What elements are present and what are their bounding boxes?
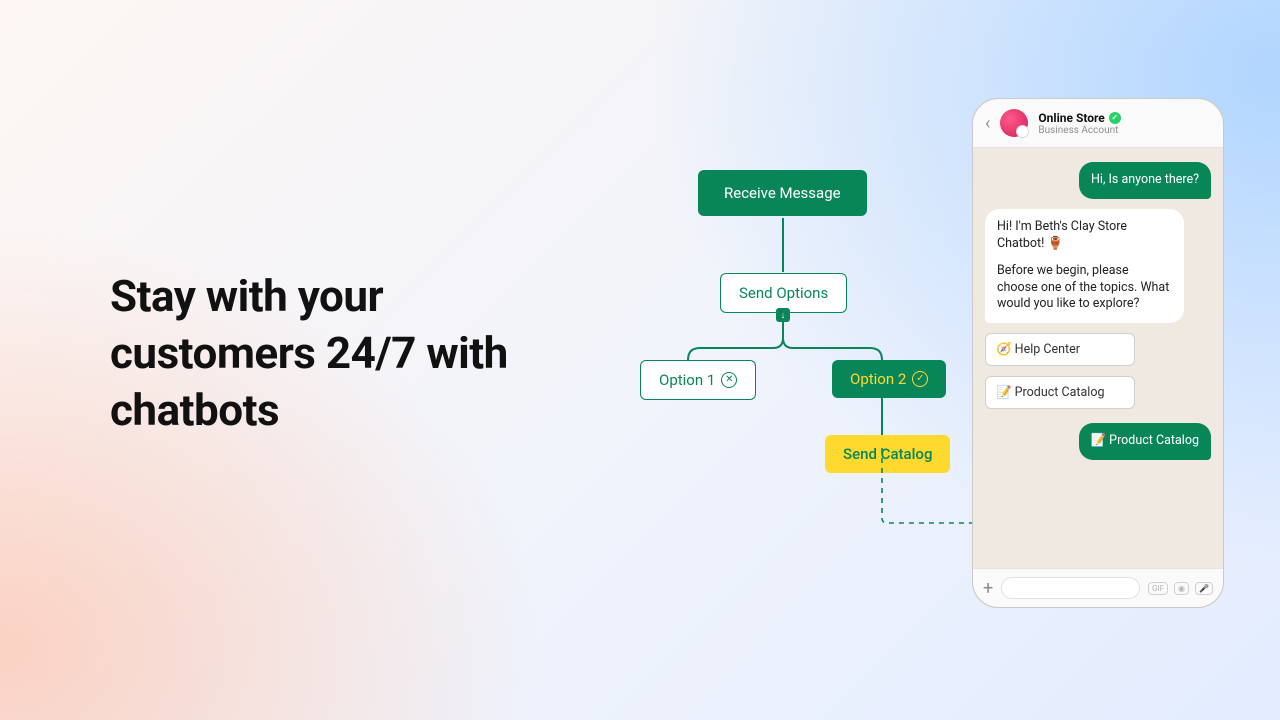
node-label: Option 1 <box>659 371 715 389</box>
user-message: Hi, Is anyone there? <box>1079 162 1211 199</box>
bot-line-2: Before we begin, please choose one of th… <box>997 263 1172 314</box>
verified-icon <box>1109 112 1121 124</box>
node-option-2[interactable]: Option 2 <box>832 360 946 398</box>
bot-message: Hi! I'm Beth's Clay Store Chatbot! 🏺 Bef… <box>985 209 1184 323</box>
chat-input-bar: + GIF ◉ 🎤 <box>973 568 1223 607</box>
node-send-options[interactable]: Send Options <box>720 273 847 313</box>
chat-header: ‹ Online Store Business Account <box>973 99 1223 148</box>
store-name-text: Online Store <box>1038 111 1104 125</box>
node-receive-message[interactable]: Receive Message <box>698 170 867 216</box>
plus-icon[interactable]: + <box>983 578 993 599</box>
avatar[interactable] <box>1000 109 1028 137</box>
reply-label: 📝 Product Catalog <box>996 385 1104 400</box>
store-subtitle: Business Account <box>1038 125 1120 136</box>
gif-icon[interactable]: GIF <box>1148 582 1168 595</box>
bot-line-1: Hi! I'm Beth's Clay Store Chatbot! 🏺 <box>997 219 1172 253</box>
input-tool-icons: GIF ◉ 🎤 <box>1148 582 1213 595</box>
message-input[interactable] <box>1001 577 1140 599</box>
node-label: Option 2 <box>850 370 906 388</box>
back-icon[interactable]: ‹ <box>985 113 990 134</box>
mic-icon[interactable]: 🎤 <box>1195 582 1213 595</box>
cross-icon <box>721 372 737 388</box>
node-label: Receive Message <box>724 184 841 202</box>
store-name[interactable]: Online Store <box>1038 111 1120 125</box>
quick-reply-help-center[interactable]: 🧭 Help Center <box>985 333 1135 366</box>
node-label: Send Options <box>739 284 828 302</box>
camera-icon[interactable]: ◉ <box>1174 582 1189 595</box>
reply-label: 🧭 Help Center <box>996 342 1080 357</box>
chat-body: Hi, Is anyone there? Hi! I'm Beth's Clay… <box>973 148 1223 568</box>
expand-handle-icon[interactable] <box>776 308 790 322</box>
phone-frame: ‹ Online Store Business Account Hi, Is a… <box>972 98 1224 608</box>
user-choice-message: 📝 Product Catalog <box>1079 423 1211 460</box>
node-option-1[interactable]: Option 1 <box>640 360 756 400</box>
check-icon <box>912 371 928 387</box>
headline: Stay with your customers 24/7 with chatb… <box>110 268 550 440</box>
quick-reply-product-catalog[interactable]: 📝 Product Catalog <box>985 376 1135 409</box>
